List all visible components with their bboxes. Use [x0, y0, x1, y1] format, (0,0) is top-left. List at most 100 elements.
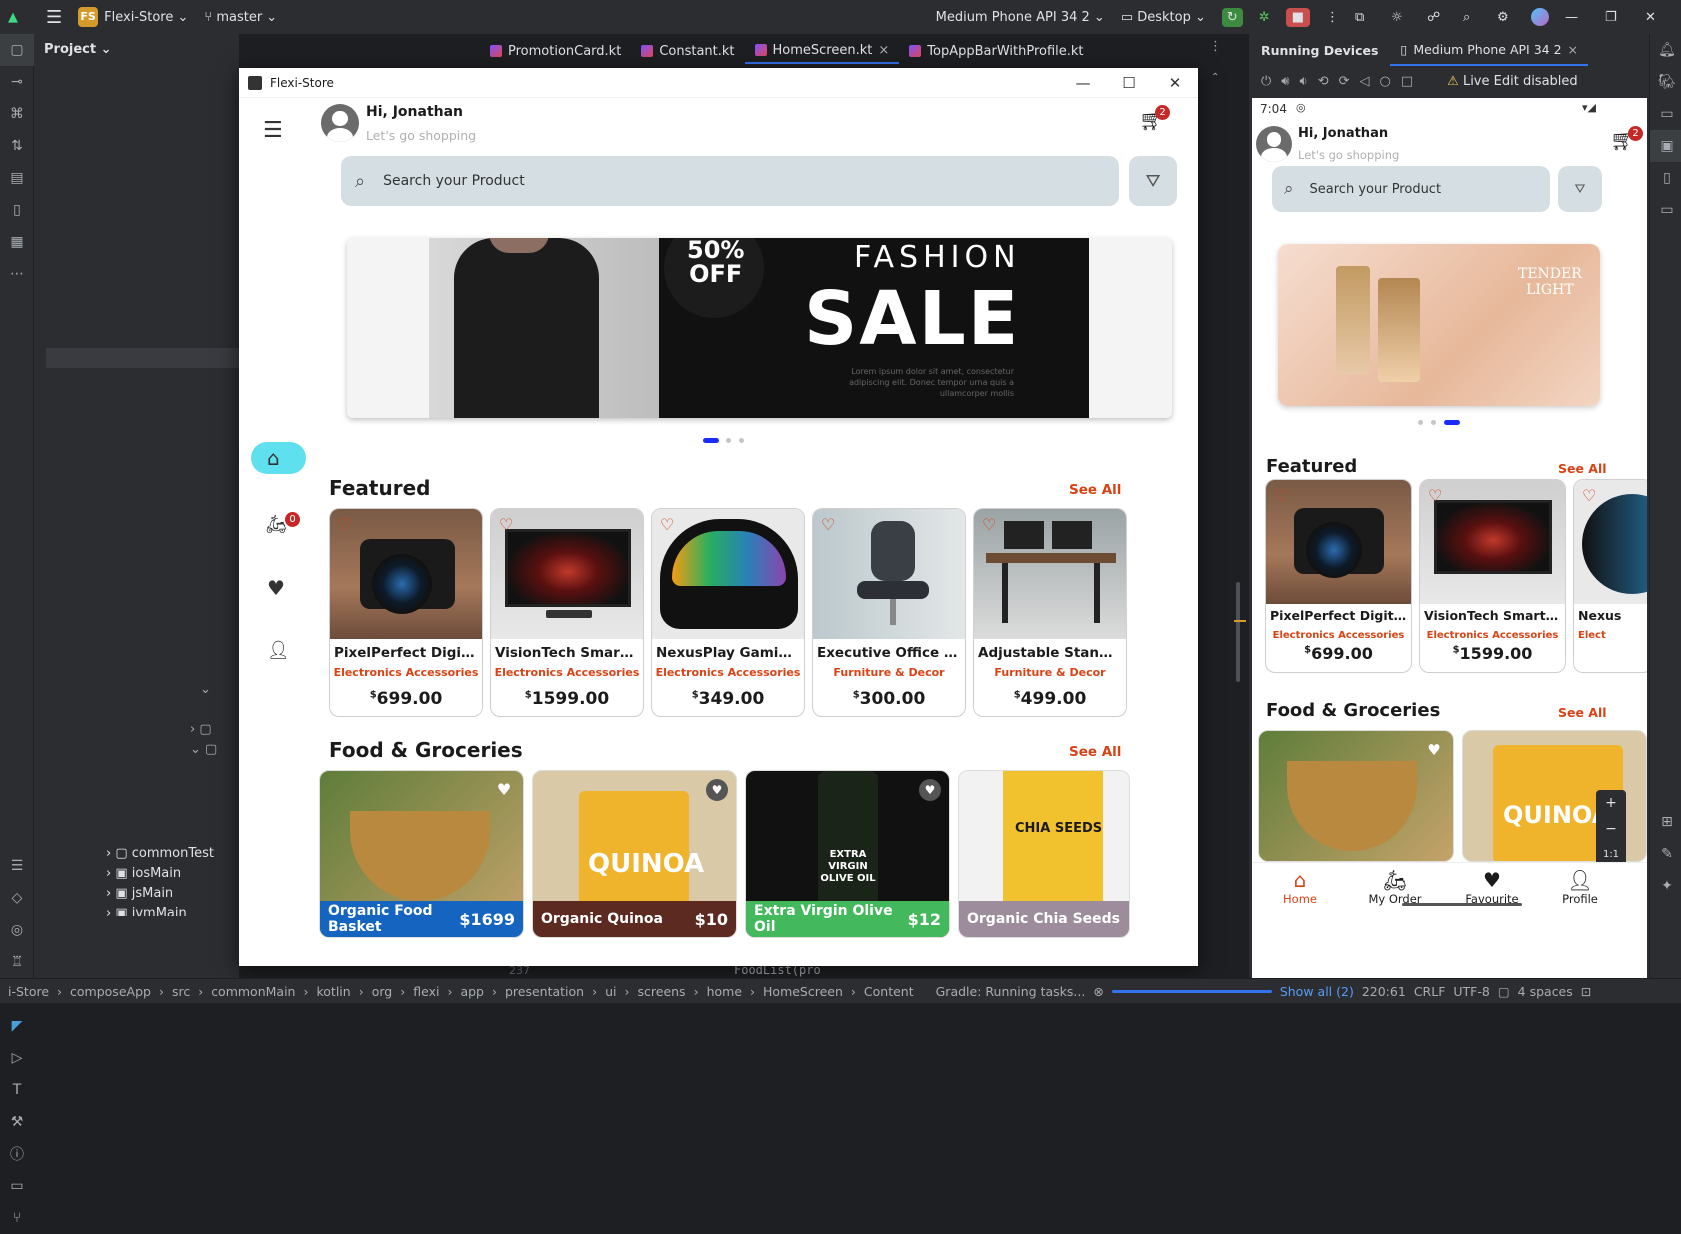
- phone-product-card[interactable]: ♡ PixelPerfect Digital C... Electronics …: [1265, 479, 1412, 673]
- rotate-left-icon[interactable]: ⟲: [1318, 74, 1329, 89]
- user-avatar-icon[interactable]: [1523, 0, 1557, 34]
- layout-inspector-icon[interactable]: ⊞: [1650, 806, 1681, 838]
- more-tools-icon[interactable]: ⋯: [0, 258, 34, 290]
- run-tool-icon[interactable]: ▷: [0, 1042, 34, 1074]
- resource-manager-icon[interactable]: ▤: [0, 162, 34, 194]
- phone-carousel-dot[interactable]: [1418, 420, 1423, 425]
- favourite-outline-icon[interactable]: ♡: [338, 515, 352, 534]
- kotlin-icon[interactable]: ◤: [0, 1010, 34, 1042]
- tab-constant[interactable]: Constant.kt: [631, 38, 744, 64]
- favourite-outline-icon[interactable]: ♡: [982, 515, 996, 534]
- attach-icon[interactable]: ⧉: [1347, 0, 1383, 34]
- back-icon[interactable]: ◁: [1360, 74, 1370, 89]
- cancel-task-icon[interactable]: ⊗: [1093, 984, 1103, 999]
- tree-item-jvmmain[interactable]: › ▣ jvmMain: [106, 906, 187, 916]
- zoom-in-button[interactable]: +: [1596, 790, 1626, 816]
- favourite-outline-icon[interactable]: ♡: [1428, 486, 1442, 505]
- tree-item-commontest[interactable]: › ▢ commonTest: [106, 846, 214, 861]
- project-selector[interactable]: FS Flexi-Store ⌄: [70, 0, 196, 34]
- profiler-icon[interactable]: ☼: [1383, 0, 1419, 34]
- close-tab-icon[interactable]: ×: [878, 43, 889, 58]
- restore-ide-button[interactable]: ❐: [1597, 0, 1637, 34]
- carousel-dot[interactable]: [726, 438, 731, 443]
- zoom-out-button[interactable]: −: [1596, 816, 1626, 842]
- promo-banner[interactable]: 50% OFF FASHION SALE Lorem ipsum dolor si…: [347, 238, 1172, 418]
- gem-icon[interactable]: ◇: [0, 882, 34, 914]
- product-card[interactable]: ♡ VisionTech SmartTV ... Electronics Acc…: [490, 508, 644, 717]
- show-all-tasks-link[interactable]: Show all (2): [1280, 984, 1354, 999]
- window-close-button[interactable]: ✕: [1152, 68, 1198, 98]
- device-tab[interactable]: ▯ Medium Phone API 34 2 ×: [1390, 34, 1589, 66]
- indent-setting[interactable]: 4 spaces: [1518, 984, 1573, 999]
- device-explorer-icon[interactable]: ▯: [1650, 162, 1681, 194]
- rotate-right-icon[interactable]: ⟳: [1339, 74, 1350, 89]
- close-device-tab-icon[interactable]: ×: [1568, 42, 1578, 57]
- device-selector[interactable]: Medium Phone API 34 2 ⌄: [928, 0, 1113, 34]
- phone-nav-home[interactable]: ⌂ Home: [1270, 868, 1330, 906]
- tree-item-iosmain[interactable]: › ▣ iosMain: [106, 866, 181, 881]
- tab-promotioncard[interactable]: PromotionCard.kt: [480, 38, 631, 64]
- phone-avatar[interactable]: [1256, 126, 1292, 162]
- phone-promo-banner[interactable]: TENDER LIGHT: [1278, 244, 1600, 406]
- gradle-icon[interactable]: 🐘︎: [1650, 66, 1681, 98]
- phone-food-see-all[interactable]: See All: [1558, 705, 1607, 720]
- todo-icon[interactable]: ☰: [0, 850, 34, 882]
- tree-folder-row[interactable]: ⌄ ▢: [190, 742, 217, 757]
- phone-nav-profile[interactable]: 👤︎ Profile: [1550, 868, 1610, 906]
- live-edit-status[interactable]: ⚠ Live Edit disabled: [1447, 74, 1578, 89]
- tab-topappbar[interactable]: TopAppBarWithProfile.kt: [899, 38, 1093, 64]
- breadcrumb[interactable]: i-Store › composeApp › src › commonMain › ko…: [4, 984, 918, 999]
- close-ide-button[interactable]: ✕: [1637, 0, 1681, 34]
- favourite-outline-icon[interactable]: ♡: [660, 515, 674, 534]
- editor-scrollbar[interactable]: [1236, 582, 1240, 682]
- app-inspection-icon[interactable]: ◎: [0, 914, 34, 946]
- phone-food-card[interactable]: ♥: [1258, 730, 1454, 862]
- favourite-outline-icon[interactable]: ♡: [821, 515, 835, 534]
- profile-person-icon[interactable]: 👤︎: [267, 640, 290, 661]
- readonly-lock-icon[interactable]: ▢: [1498, 984, 1510, 999]
- favourite-filled-icon[interactable]: ♥: [493, 779, 515, 801]
- phone-nav-favourite[interactable]: ♥ Favourite: [1452, 868, 1532, 906]
- carousel-dot[interactable]: [739, 438, 744, 443]
- more-actions-icon[interactable]: ⋮: [1318, 0, 1347, 34]
- run-config-selector[interactable]: ▭ Desktop ⌄: [1113, 0, 1214, 34]
- home-circle-icon[interactable]: ○: [1380, 74, 1391, 89]
- settings-gear-icon[interactable]: ⚙: [1489, 0, 1523, 34]
- main-menu-button[interactable]: ☰: [38, 0, 70, 34]
- hamburger-menu-icon[interactable]: ☰: [263, 118, 283, 143]
- lock-icon[interactable]: ⊡: [1581, 984, 1591, 999]
- phone-filter-icon[interactable]: ⛛: [1558, 166, 1602, 212]
- home-icon[interactable]: ⌂: [267, 446, 280, 470]
- search-input[interactable]: ⌕ Search your Product: [341, 156, 1119, 206]
- phone-carousel-dot[interactable]: [1431, 420, 1436, 425]
- overview-icon[interactable]: □: [1401, 74, 1413, 89]
- favourite-outline-icon[interactable]: ♡: [1274, 486, 1288, 505]
- terminal-icon[interactable]: T: [0, 1074, 34, 1106]
- stop-button[interactable]: ■: [1278, 0, 1318, 34]
- product-card[interactable]: ♡ Executive Office Chair Furniture & Dec…: [812, 508, 966, 717]
- project-folder-icon[interactable]: ▢: [0, 34, 34, 66]
- device-manager-icon[interactable]: ☍: [1419, 0, 1455, 34]
- tree-folder-row[interactable]: › ▢: [190, 722, 212, 737]
- volume-down-icon[interactable]: 🔉︎: [1300, 74, 1308, 89]
- favourite-outline-icon[interactable]: ♡: [1582, 486, 1596, 505]
- cursor-position[interactable]: 220:61: [1362, 984, 1406, 999]
- product-card[interactable]: ♡ PixelPerfect Digital C... Electronics …: [329, 508, 483, 717]
- problems-icon[interactable]: ⓘ: [0, 1138, 34, 1170]
- favourite-outline-icon[interactable]: ♡: [499, 515, 513, 534]
- food-card[interactable]: QUINOA ♥ Organic Quinoa $10: [532, 770, 737, 938]
- logcat-icon[interactable]: ♖: [0, 946, 34, 978]
- tree-item-jsmain[interactable]: › ▣ jsMain: [106, 886, 173, 901]
- rerun-button[interactable]: ↻: [1214, 0, 1251, 34]
- file-encoding[interactable]: UTF-8: [1453, 984, 1489, 999]
- phone-featured-see-all[interactable]: See All: [1558, 461, 1607, 476]
- food-card[interactable]: EXTRA VIRGIN OLIVE OIL ♥ Extra Virgin Ol…: [745, 770, 950, 938]
- notifications-icon[interactable]: 🔔︎: [1650, 34, 1681, 66]
- build-variants-icon[interactable]: ▦: [0, 226, 34, 258]
- tree-chevron-icon[interactable]: ⌄: [200, 682, 211, 697]
- avatar[interactable]: [321, 104, 359, 142]
- search-icon[interactable]: ⌕: [1455, 0, 1489, 34]
- phone-nav-my-order[interactable]: 🛵︎ My Order: [1360, 868, 1430, 906]
- pull-request-icon[interactable]: ⇅: [0, 130, 34, 162]
- ai-icon[interactable]: ✦: [1650, 870, 1681, 902]
